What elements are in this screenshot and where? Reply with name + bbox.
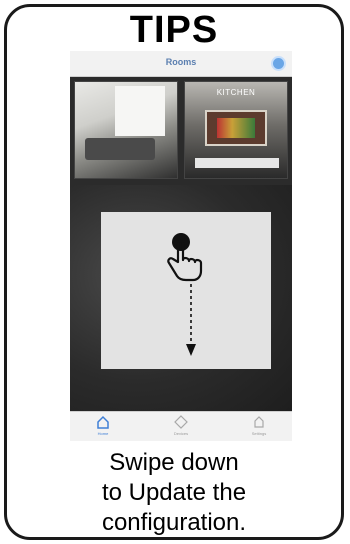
tab-home[interactable]: Home — [78, 415, 128, 441]
nav-title: Rooms — [165, 57, 197, 67]
caption-line: configuration. — [101, 509, 247, 536]
room-label: KITCHEN — [216, 88, 256, 97]
tab-label: Settings — [251, 431, 267, 436]
tips-title: TIPS — [129, 9, 219, 51]
tip-caption: Swipe down to Update the configuration. — [7, 448, 341, 538]
devices-icon — [174, 415, 188, 429]
caption-line: Swipe down — [109, 449, 239, 476]
tab-devices[interactable]: Devices — [156, 415, 206, 441]
tab-label: Home — [97, 431, 109, 436]
swipe-hint-overlay — [101, 212, 271, 369]
home-icon — [97, 415, 109, 429]
tab-bar: Home Devices Settings — [70, 411, 292, 441]
room-sofa — [85, 138, 155, 160]
hand-pointer-icon — [167, 233, 203, 282]
room-tile-kitchen[interactable]: KITCHEN — [184, 81, 288, 179]
tab-label: Devices — [173, 431, 189, 436]
settings-icon — [254, 416, 264, 428]
arrow-down-icon — [186, 284, 196, 356]
app-navbar: Rooms — [70, 51, 292, 77]
settings-gear-icon[interactable] — [271, 56, 286, 71]
tab-settings[interactable]: Settings — [234, 415, 284, 441]
room-table — [195, 158, 279, 168]
room-window — [115, 86, 165, 136]
room-tile-living[interactable] — [74, 81, 178, 179]
caption-line: to Update the — [101, 479, 247, 506]
tips-card: TIPS Rooms KITCHEN Home Devices Settings… — [4, 4, 344, 540]
room-artwork — [205, 110, 267, 146]
